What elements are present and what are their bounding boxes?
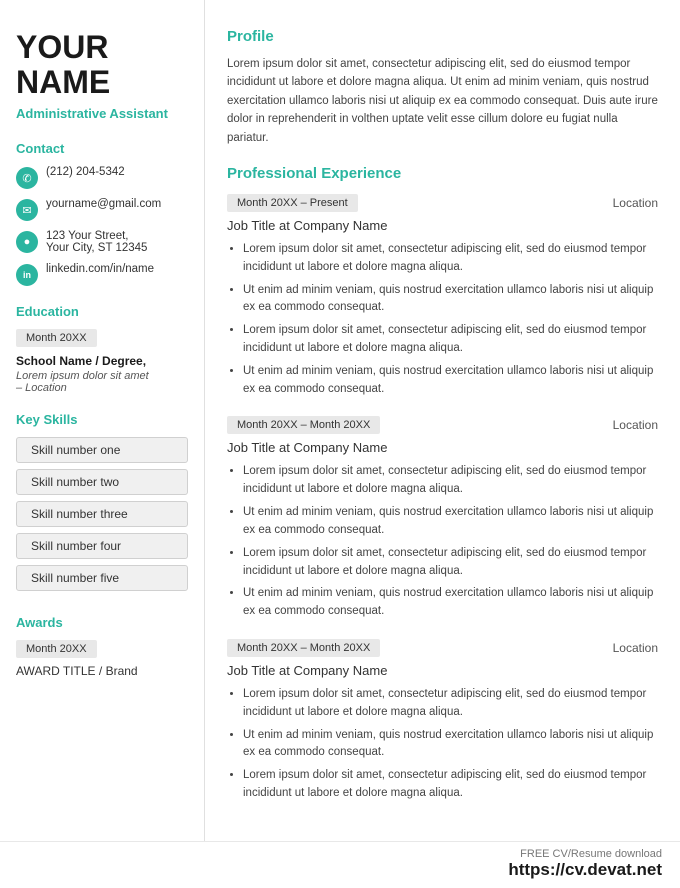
awards-section-label: Awards <box>16 615 188 630</box>
last-name: NAME <box>16 65 188 100</box>
job-title-1: Job Title at Company Name <box>227 218 658 233</box>
job-block-2: Month 20XX – Month 20XX Location Job Tit… <box>227 416 658 621</box>
job-location-2: Location <box>613 418 658 432</box>
footer-url: https://cv.devat.net <box>0 860 662 880</box>
contact-section-label: Contact <box>16 141 188 156</box>
footer-small-text: FREE CV/Resume download <box>0 848 662 860</box>
job-date-1: Month 20XX – Present <box>227 194 358 212</box>
bullet-2-2: Ut enim ad minim veniam, quis nostrud ex… <box>243 504 658 540</box>
bullet-1-2: Ut enim ad minim veniam, quis nostrud ex… <box>243 282 658 318</box>
edu-date: Month 20XX <box>16 329 97 347</box>
job-bullets-2: Lorem ipsum dolor sit amet, consectetur … <box>227 463 658 621</box>
phone-text: (212) 204-5342 <box>46 166 125 178</box>
bullet-2-4: Ut enim ad minim veniam, quis nostrud ex… <box>243 585 658 621</box>
skill-1: Skill number one <box>16 437 188 463</box>
linkedin-text: linkedin.com/in/name <box>46 263 154 275</box>
job-block-3: Month 20XX – Month 20XX Location Job Tit… <box>227 639 658 803</box>
job-bullets-1: Lorem ipsum dolor sit amet, consectetur … <box>227 241 658 399</box>
skill-2: Skill number two <box>16 469 188 495</box>
bullet-2-1: Lorem ipsum dolor sit amet, consectetur … <box>243 463 658 499</box>
resume-page: YOUR NAME Administrative Assistant Conta… <box>0 0 680 888</box>
right-panel: Profile Lorem ipsum dolor sit amet, cons… <box>205 0 680 841</box>
edu-desc: Lorem ipsum dolor sit amet – Location <box>16 370 188 394</box>
skill-3: Skill number three <box>16 501 188 527</box>
sidebar: YOUR NAME Administrative Assistant Conta… <box>0 0 205 841</box>
email-icon: ✉ <box>16 199 38 221</box>
linkedin-icon: in <box>16 264 38 286</box>
bullet-2-3: Lorem ipsum dolor sit amet, consectetur … <box>243 545 658 581</box>
job-block-1: Month 20XX – Present Location Job Title … <box>227 194 658 399</box>
job-location-3: Location <box>613 641 658 655</box>
education-section-label: Education <box>16 304 188 319</box>
job-date-3: Month 20XX – Month 20XX <box>227 639 380 657</box>
job-location-1: Location <box>613 196 658 210</box>
award-title: AWARD TITLE / Brand <box>16 664 188 678</box>
experience-heading: Professional Experience <box>227 165 658 182</box>
main-content: YOUR NAME Administrative Assistant Conta… <box>0 0 680 841</box>
profile-heading: Profile <box>227 28 658 45</box>
location-icon: ● <box>16 231 38 253</box>
profile-text: Lorem ipsum dolor sit amet, consectetur … <box>227 55 658 147</box>
contact-phone: ✆ (212) 204-5342 <box>16 166 188 189</box>
footer-banner: FREE CV/Resume download https://cv.devat… <box>0 841 680 888</box>
contact-address: ● 123 Your Street, Your City, ST 12345 <box>16 230 188 254</box>
name-block: YOUR NAME <box>16 30 188 100</box>
job-header-1: Month 20XX – Present Location <box>227 194 658 212</box>
job-title-3: Job Title at Company Name <box>227 663 658 678</box>
skill-5: Skill number five <box>16 565 188 591</box>
first-name: YOUR <box>16 30 188 65</box>
email-text: yourname@gmail.com <box>46 198 161 210</box>
skills-section-label: Key Skills <box>16 412 188 427</box>
job-header-2: Month 20XX – Month 20XX Location <box>227 416 658 434</box>
job-date-2: Month 20XX – Month 20XX <box>227 416 380 434</box>
bullet-1-3: Lorem ipsum dolor sit amet, consectetur … <box>243 322 658 358</box>
bullet-1-4: Ut enim ad minim veniam, quis nostrud ex… <box>243 363 658 399</box>
phone-icon: ✆ <box>16 167 38 189</box>
bullet-3-3: Lorem ipsum dolor sit amet, consectetur … <box>243 767 658 803</box>
edu-school: School Name / Degree, <box>16 354 188 368</box>
skills-list: Skill number one Skill number two Skill … <box>16 437 188 597</box>
job-header-3: Month 20XX – Month 20XX Location <box>227 639 658 657</box>
job-title: Administrative Assistant <box>16 106 188 121</box>
skill-4: Skill number four <box>16 533 188 559</box>
contact-email: ✉ yourname@gmail.com <box>16 198 188 221</box>
bullet-1-1: Lorem ipsum dolor sit amet, consectetur … <box>243 241 658 277</box>
job-title-2: Job Title at Company Name <box>227 440 658 455</box>
job-bullets-3: Lorem ipsum dolor sit amet, consectetur … <box>227 686 658 803</box>
bullet-3-1: Lorem ipsum dolor sit amet, consectetur … <box>243 686 658 722</box>
bullet-3-2: Ut enim ad minim veniam, quis nostrud ex… <box>243 727 658 763</box>
address-text: 123 Your Street, Your City, ST 12345 <box>46 230 147 254</box>
contact-linkedin: in linkedin.com/in/name <box>16 263 188 286</box>
award-date: Month 20XX <box>16 640 97 658</box>
